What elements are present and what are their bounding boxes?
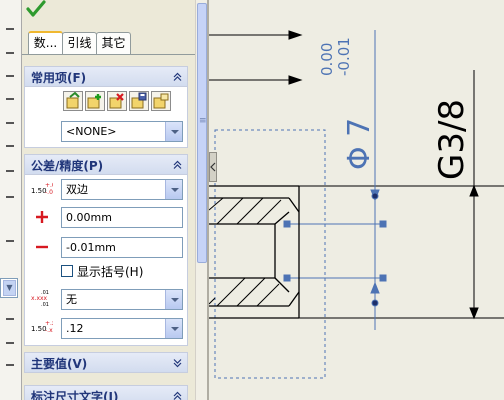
toolbar-mark bbox=[6, 98, 14, 100]
save-favorite-button[interactable] bbox=[129, 91, 149, 111]
apply-default-button[interactable] bbox=[63, 91, 83, 111]
tab-label: 引线 bbox=[67, 36, 92, 50]
favorites-group: 常用项(F) <NONE> bbox=[24, 66, 188, 148]
drawing-canvas[interactable]: G3/8 Φ 7 0.00 -0.01 bbox=[209, 0, 504, 400]
svg-text:.01: .01 bbox=[41, 302, 49, 307]
tolerance-type-value: 双边 bbox=[66, 183, 88, 196]
panel-scrollbar[interactable] bbox=[195, 0, 207, 400]
favorites-select-value: <NONE> bbox=[66, 125, 117, 138]
part-section bbox=[209, 185, 300, 319]
toolbar-mark bbox=[6, 122, 14, 124]
svg-text:-.01: -.01 bbox=[45, 189, 53, 196]
scrollbar-thumb[interactable] bbox=[197, 3, 207, 263]
dropdown-arrow-icon[interactable] bbox=[165, 180, 182, 199]
checkmark-icon[interactable] bbox=[26, 0, 46, 18]
collapse-left-icon bbox=[210, 162, 216, 172]
tolerance-header[interactable]: 公差/精度(P) bbox=[25, 155, 187, 175]
show-parentheses-label: 显示括号(H) bbox=[77, 265, 144, 279]
left-toolbar-strip: ▼ bbox=[0, 0, 22, 400]
upper-tolerance-label: 0.00 bbox=[318, 43, 336, 76]
group-title: 常用项(F) bbox=[31, 71, 87, 85]
leader-arrows bbox=[209, 30, 303, 85]
save-favorite-icon bbox=[131, 92, 147, 109]
load-favorite-icon bbox=[153, 93, 169, 109]
hatch-pattern bbox=[209, 197, 282, 307]
precision-icon: 1.50 +.xx -.xx bbox=[31, 320, 53, 334]
fit-select[interactable]: 无 bbox=[61, 289, 183, 310]
tab-divider bbox=[22, 54, 195, 55]
collapse-chevron-icon[interactable] bbox=[172, 159, 183, 170]
add-favorite-button[interactable] bbox=[85, 91, 105, 111]
tab-label: 其它 bbox=[101, 36, 126, 50]
group-title: 公差/精度(P) bbox=[31, 159, 104, 173]
thread-dimension bbox=[299, 70, 504, 320]
svg-text:+.xx: +.xx bbox=[45, 320, 53, 327]
favorite-apply-icon bbox=[66, 91, 80, 109]
fit-value: 无 bbox=[66, 293, 77, 306]
dropdown-arrow-icon[interactable] bbox=[165, 319, 182, 338]
toolbar-mark bbox=[6, 364, 14, 366]
precision-select[interactable]: .12 bbox=[61, 318, 183, 339]
upper-tolerance-value: 0.00mm bbox=[66, 211, 112, 224]
favorites-header[interactable]: 常用项(F) bbox=[25, 67, 187, 87]
dropdown-arrow-icon[interactable]: ▼ bbox=[3, 280, 16, 296]
thread-label: G3/8 bbox=[432, 99, 472, 180]
toolbar-mark bbox=[6, 342, 14, 344]
toolbar-mark bbox=[6, 28, 14, 30]
tolerance-precision-group: 公差/精度(P) 1.50 +.01 -.01 双边 0.00mm -0.01m… bbox=[24, 154, 188, 346]
group-title: 主要值(V) bbox=[31, 357, 88, 371]
lower-tolerance-label: -0.01 bbox=[335, 37, 353, 76]
lower-tolerance-value: -0.01mm bbox=[66, 241, 116, 254]
dimension-text-header[interactable]: 标注尺寸文字(I) bbox=[25, 386, 187, 400]
upper-tolerance-input[interactable]: 0.00mm bbox=[61, 207, 183, 228]
dimension-text-group: 标注尺寸文字(I) bbox=[24, 385, 188, 400]
toolbar-mark bbox=[6, 196, 14, 198]
group-title: 标注尺寸文字(I) bbox=[31, 390, 119, 400]
add-favorite-icon bbox=[87, 94, 101, 109]
tolerance-type-icon: 1.50 +.01 -.01 bbox=[31, 182, 53, 196]
tab-leaders[interactable]: 引线 bbox=[62, 32, 97, 54]
minus-icon bbox=[36, 245, 48, 249]
svg-text:+.01: +.01 bbox=[45, 182, 53, 189]
property-manager-panel: 数... 引线 其它 常用项(F) <NONE> 公差/精度(P) 1.50 +… bbox=[22, 0, 195, 400]
primary-value-header[interactable]: 主要值(V) bbox=[25, 353, 187, 373]
expand-chevron-icon[interactable] bbox=[172, 357, 183, 368]
dropdown-arrow-icon[interactable] bbox=[165, 290, 182, 309]
collapse-panel-handle[interactable] bbox=[209, 152, 217, 182]
toolbar-mark bbox=[6, 75, 14, 77]
delete-favorite-icon bbox=[109, 93, 124, 109]
toolbar-mark bbox=[6, 145, 14, 147]
show-parentheses-checkbox[interactable] bbox=[61, 265, 73, 277]
toolbar-mark bbox=[6, 170, 14, 172]
tab-dimension[interactable]: 数... bbox=[28, 31, 63, 55]
lower-tolerance-input[interactable]: -0.01mm bbox=[61, 237, 183, 258]
svg-text:-.xx: -.xx bbox=[45, 327, 53, 334]
tab-label: 数... bbox=[33, 36, 58, 50]
toolbar-mark bbox=[6, 52, 14, 54]
toolbar-mark bbox=[6, 318, 14, 320]
selection-box bbox=[214, 129, 326, 379]
precision-value: .12 bbox=[66, 322, 84, 335]
collapse-chevron-icon[interactable] bbox=[172, 71, 183, 82]
fit-class-icon: .01 x.xxx .01 bbox=[31, 290, 49, 307]
tolerance-type-select[interactable]: 双边 bbox=[61, 179, 183, 200]
partial-combobox[interactable]: ▼ bbox=[0, 278, 18, 298]
drawing-view: G3/8 Φ 7 0.00 -0.01 bbox=[209, 30, 504, 379]
collapse-chevron-icon[interactable] bbox=[172, 390, 183, 400]
favorites-select[interactable]: <NONE> bbox=[61, 121, 183, 142]
tab-other[interactable]: 其它 bbox=[96, 32, 131, 54]
toolbar-mark bbox=[6, 240, 14, 242]
load-favorite-button[interactable] bbox=[151, 91, 171, 111]
delete-favorite-button[interactable] bbox=[107, 91, 127, 111]
svg-text:x.xxx: x.xxx bbox=[31, 295, 48, 302]
primary-value-group: 主要值(V) bbox=[24, 352, 188, 373]
dropdown-arrow-icon[interactable] bbox=[165, 122, 182, 141]
diameter-label[interactable]: Φ 7 bbox=[342, 118, 377, 170]
plus-icon bbox=[36, 211, 48, 223]
